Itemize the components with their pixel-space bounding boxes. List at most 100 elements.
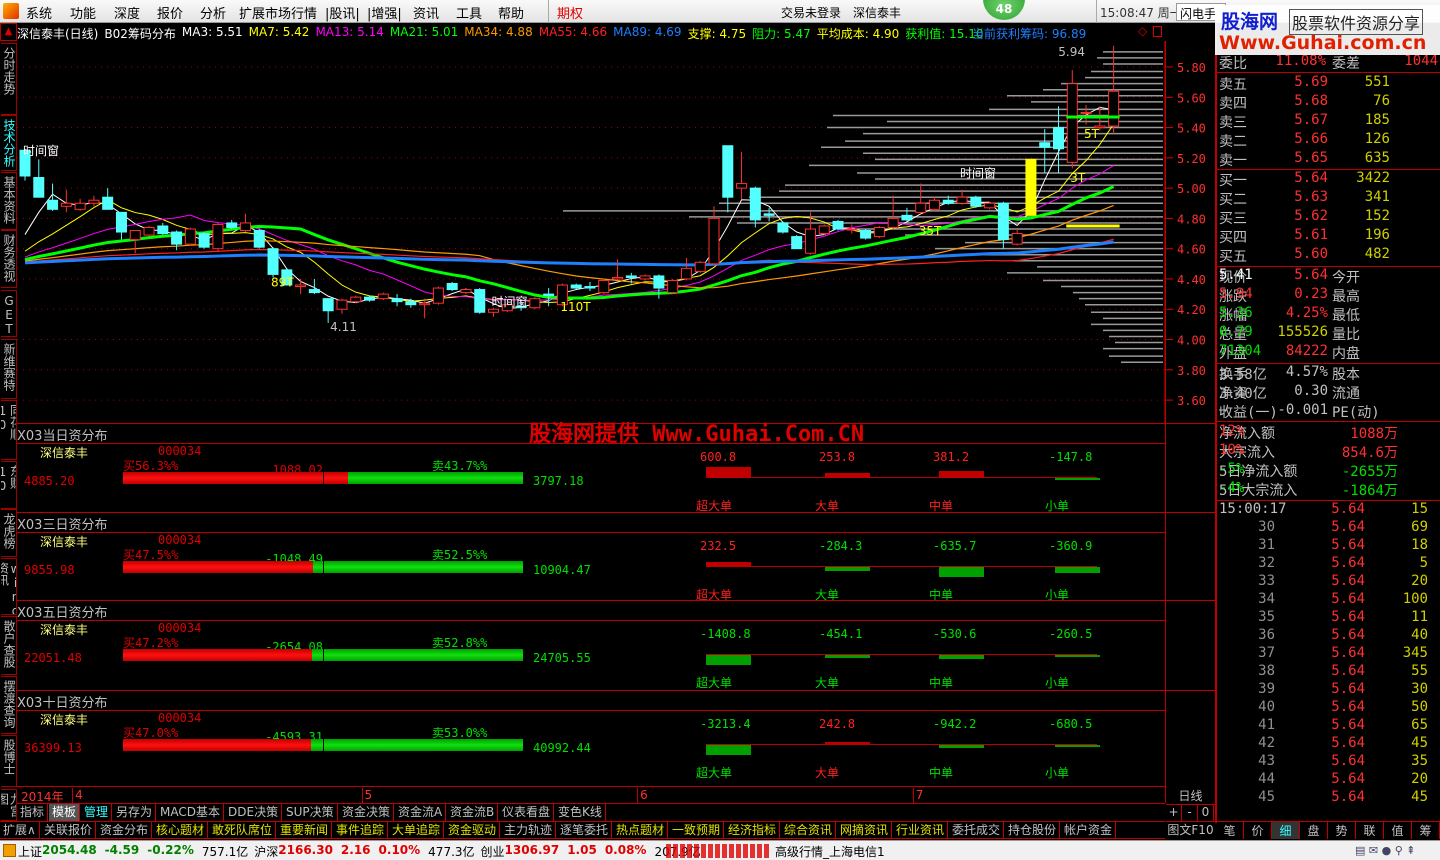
indicator-toolbar-button[interactable]: 管理 xyxy=(81,804,113,821)
menu-item[interactable]: |增强| xyxy=(367,3,402,22)
function-toolbar-button[interactable]: 行业资讯 xyxy=(893,822,949,839)
candle[interactable] xyxy=(818,224,830,236)
candle[interactable] xyxy=(1025,158,1037,216)
tick-row[interactable]: 41 5.64 65 xyxy=(1219,717,1440,736)
indicator-toolbar-button[interactable]: 指标 xyxy=(17,804,49,821)
right-panel-tab[interactable]: 值 xyxy=(1384,822,1412,839)
menu-item[interactable]: 功能 xyxy=(70,3,96,22)
function-toolbar-button[interactable]: 大单追踪 xyxy=(389,822,445,839)
function-toolbar-button[interactable]: 资金分布 xyxy=(97,822,153,839)
candle[interactable] xyxy=(653,274,665,299)
tick-row[interactable]: 36 5.64 40 xyxy=(1219,627,1440,646)
candle[interactable] xyxy=(184,227,196,246)
diamond-icon[interactable]: ◇ xyxy=(1138,24,1147,38)
tick-row[interactable]: 15:00:17 5.64 15 xyxy=(1219,501,1440,520)
function-toolbar-button[interactable]: 一致预期 xyxy=(669,822,725,839)
window-toggle-icon[interactable] xyxy=(1153,26,1162,37)
function-toolbar-button[interactable]: 重要新闻 xyxy=(277,822,333,839)
menu-item[interactable]: 分析 xyxy=(200,3,226,22)
tick-row[interactable]: 40 5.64 50 xyxy=(1219,699,1440,718)
period-label[interactable]: 日线 xyxy=(1166,787,1215,804)
function-toolbar-button[interactable]: 主力轨迹 xyxy=(501,822,557,839)
candle[interactable] xyxy=(1053,106,1064,173)
kline-chart[interactable]: 5.80 5.60 5.40 5.20 5.00 4.80 4.60 4.40 4.20 4.00… xyxy=(17,41,1215,424)
candle[interactable] xyxy=(377,292,389,301)
sidebar-tab[interactable]: 基本资料 xyxy=(1,172,17,230)
candle[interactable] xyxy=(1011,228,1023,246)
right-panel-tab[interactable]: 盘 xyxy=(1300,822,1328,839)
candle[interactable] xyxy=(956,189,968,205)
tick-row[interactable]: 42 5.64 45 xyxy=(1219,735,1440,754)
menu-item[interactable]: 系统 xyxy=(26,3,52,22)
candle[interactable] xyxy=(722,145,734,213)
tick-row[interactable]: 39 5.64 30 xyxy=(1219,681,1440,700)
zoom-button[interactable]: 0 xyxy=(1198,805,1214,821)
candle[interactable] xyxy=(74,198,86,211)
sidebar-tab[interactable]: 财务透视 xyxy=(1,230,17,288)
candle[interactable] xyxy=(102,188,114,210)
index-toggle-icon[interactable] xyxy=(3,844,16,857)
right-panel-tab[interactable]: 细 xyxy=(1272,822,1300,839)
tick-row[interactable]: 32 5.64 5 xyxy=(1219,555,1440,574)
indicator-toolbar-button[interactable]: 资金流A xyxy=(395,804,447,821)
function-toolbar-button[interactable]: 核心题材 xyxy=(153,822,209,839)
menu-item[interactable]: 帮助 xyxy=(498,3,524,22)
function-toolbar-button[interactable]: 敢死队席位 xyxy=(209,822,277,839)
tick-row[interactable]: 30 5.64 69 xyxy=(1219,519,1440,538)
tick-row[interactable]: 45 5.64 45 xyxy=(1219,789,1440,808)
indicator-toolbar-button[interactable]: 另存为 xyxy=(113,804,157,821)
candle[interactable] xyxy=(460,288,472,295)
candle[interactable] xyxy=(736,151,748,199)
indicator-toolbar-button[interactable]: 资金流B xyxy=(447,804,499,821)
indicator-toolbar-button[interactable]: 变色K线 xyxy=(555,804,606,821)
sidebar-tab[interactable]: 九宫图 xyxy=(1,789,17,821)
zoom-button[interactable]: - xyxy=(1182,805,1198,821)
indicator-name[interactable]: B02筹码分布 xyxy=(104,25,176,42)
candle[interactable] xyxy=(846,224,858,234)
candle[interactable] xyxy=(529,297,541,310)
menu-item[interactable]: 工具 xyxy=(456,3,482,22)
candle[interactable] xyxy=(446,281,458,292)
candle[interactable] xyxy=(901,207,913,222)
candle[interactable] xyxy=(997,201,1009,249)
candle[interactable] xyxy=(253,228,265,249)
candle[interactable] xyxy=(860,228,872,240)
candle[interactable] xyxy=(336,298,348,314)
function-toolbar-button[interactable]: 经济指标 xyxy=(725,822,781,839)
candle[interactable] xyxy=(295,278,307,295)
candle[interactable] xyxy=(791,235,803,250)
tick-row[interactable]: 44 5.64 20 xyxy=(1219,771,1440,790)
tick-row[interactable]: 35 5.64 11 xyxy=(1219,609,1440,628)
right-panel-tab[interactable]: 势 xyxy=(1328,822,1356,839)
candle[interactable] xyxy=(171,230,183,251)
function-toolbar-button[interactable]: 帐户资金 xyxy=(1061,822,1117,839)
function-toolbar-button[interactable]: 关联报价 xyxy=(41,822,97,839)
candle[interactable] xyxy=(667,278,679,295)
server-name[interactable]: 高级行情_上海电信1 xyxy=(775,843,885,860)
candle[interactable] xyxy=(239,213,251,233)
candle[interactable] xyxy=(832,219,844,231)
indicator-toolbar-button[interactable]: 仪表看盘 xyxy=(499,804,555,821)
f10-button[interactable]: 图文F10 xyxy=(1166,821,1215,839)
candle[interactable] xyxy=(143,225,155,237)
candle[interactable] xyxy=(970,195,982,208)
candle[interactable] xyxy=(391,294,403,307)
menu-options[interactable]: 期权 xyxy=(557,3,583,22)
candle[interactable] xyxy=(157,222,169,236)
candle[interactable] xyxy=(226,219,238,229)
candle[interactable] xyxy=(777,221,789,234)
candle[interactable] xyxy=(887,195,899,229)
candle[interactable] xyxy=(749,186,761,228)
candle[interactable] xyxy=(680,257,692,281)
candle[interactable] xyxy=(198,232,210,249)
sidebar-tab[interactable]: GET xyxy=(1,290,17,337)
right-panel-tab[interactable]: 笔 xyxy=(1216,822,1244,839)
candle[interactable] xyxy=(212,222,224,252)
candle[interactable] xyxy=(88,195,100,207)
candle[interactable] xyxy=(1039,129,1051,173)
function-toolbar-button[interactable]: 资金驱动 xyxy=(445,822,501,839)
candle[interactable] xyxy=(598,278,610,295)
function-toolbar-button[interactable]: 持仓股份 xyxy=(1005,822,1061,839)
indicator-toolbar-button[interactable]: SUP决策 xyxy=(283,804,338,821)
tick-row[interactable]: 33 5.64 20 xyxy=(1219,573,1440,592)
